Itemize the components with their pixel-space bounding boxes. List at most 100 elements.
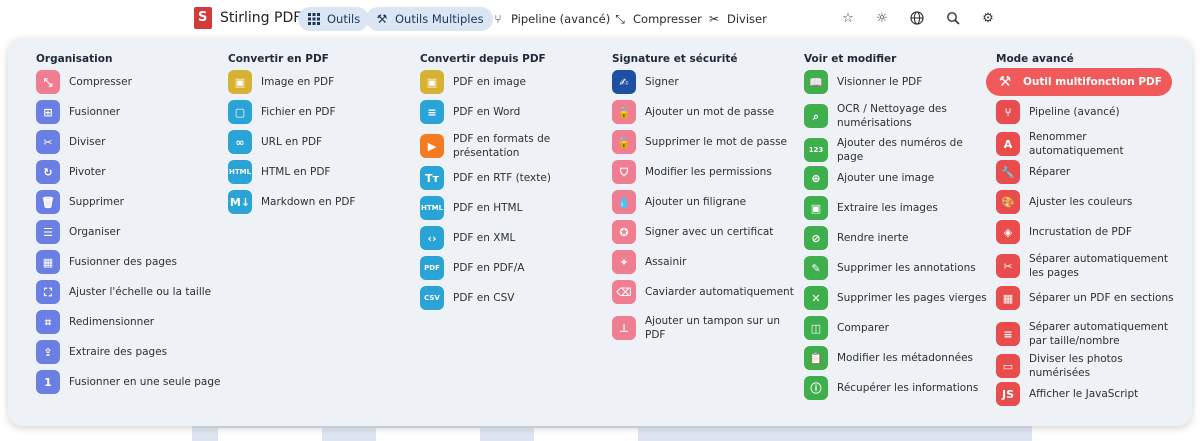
menu-item-signer-avec-un-certificat[interactable]: ✪ Signer avec un certificat xyxy=(612,220,798,244)
menu-item-organiser[interactable]: ☰ Organiser xyxy=(36,220,222,244)
presentation-icon: ▶ xyxy=(420,134,444,158)
nav-pipeline-button[interactable]: ⑂ Pipeline (avancé) xyxy=(482,7,619,31)
rotate-icon: ↻ xyxy=(36,160,60,184)
menu-item-compresser[interactable]: ⤡ Compresser xyxy=(36,70,222,94)
menu-item-ajouter-un-mot-de-passe[interactable]: 🔒 Ajouter un mot de passe xyxy=(612,100,798,124)
menu-item-pivoter[interactable]: ↻ Pivoter xyxy=(36,160,222,184)
theme-icon[interactable]: ☼ xyxy=(874,10,890,26)
split-size-icon: ≡ xyxy=(996,322,1020,346)
brand[interactable]: Stirling PDF xyxy=(194,7,301,29)
menu-item-label: Signer avec un certificat xyxy=(645,226,774,238)
menu-item-markdown-en-pdf[interactable]: M↓ Markdown en PDF xyxy=(228,190,414,214)
menu-item-label: Compresser xyxy=(69,76,132,88)
menu-item-incrustation-de-pdf[interactable]: ◈ Incrustation de PDF xyxy=(996,220,1182,244)
menu-item-pdf-en-word[interactable]: ≡ PDF en Word xyxy=(420,100,606,124)
nav-compress-button[interactable]: ⤡ Compresser xyxy=(604,7,711,31)
menu-item-comparer[interactable]: ◫ Comparer xyxy=(804,316,990,340)
menu-item-reparer[interactable]: 🔧 Réparer xyxy=(996,160,1182,184)
menu-item-label: Séparer automatiquement par taille/nombr… xyxy=(1029,321,1168,347)
menu-column-title: Voir et modifier xyxy=(804,53,897,65)
grid-icon xyxy=(307,12,321,26)
nav-multi-tools-button[interactable]: ⚒ Outils Multiples xyxy=(366,7,493,31)
menu-item-assainir[interactable]: ✦ Assainir xyxy=(612,250,798,274)
menu-item-rendre-inerte[interactable]: ⊘ Rendre inerte xyxy=(804,226,990,250)
menu-item-label: Fusionner xyxy=(69,106,121,118)
menu-item-html-en-pdf[interactable]: HTML HTML en PDF xyxy=(228,160,414,184)
nav-tools-button[interactable]: Outils xyxy=(298,7,370,31)
menu-item-ajouter-des-numeros-de-page[interactable]: 123 Ajouter des numéros de page xyxy=(804,136,990,164)
menu-item-fichier-en-pdf[interactable]: ▢ Fichier en PDF xyxy=(228,100,414,124)
menu-item-modifier-les-permissions[interactable]: ⛉ Modifier les permissions xyxy=(612,160,798,184)
menu-item-ajuster-l-echelle-ou-la-taille[interactable]: ⛶ Ajuster l'échelle ou la taille xyxy=(36,280,222,304)
menu-item-pdf-en-pdf-a[interactable]: PDF PDF en PDF/A xyxy=(420,256,606,280)
menu-item-ajouter-un-tampon-sur-un-pdf[interactable]: ⊥ Ajouter un tampon sur un PDF xyxy=(612,314,798,342)
menu-item-pdf-en-rtf-texte[interactable]: Tт PDF en RTF (texte) xyxy=(420,166,606,190)
menu-item-pdf-en-image[interactable]: ▣ PDF en image xyxy=(420,70,606,94)
menu-item-pdf-en-html[interactable]: HTML PDF en HTML xyxy=(420,196,606,220)
menu-item-label: Modifier les permissions xyxy=(645,166,772,178)
menu-item-fusionner-en-une-seule-page[interactable]: 1 Fusionner en une seule page xyxy=(36,370,222,394)
menu-item-supprimer-les-annotations[interactable]: ✎ Supprimer les annotations xyxy=(804,256,990,280)
menu-item-extraire-des-pages[interactable]: ⇪ Extraire des pages xyxy=(36,340,222,364)
nav-split-label: Diviser xyxy=(727,12,767,26)
menu-item-fusionner-des-pages[interactable]: ▦ Fusionner des pages xyxy=(36,250,222,274)
menu-item-supprimer-le-mot-de-passe[interactable]: 🔓 Supprimer le mot de passe xyxy=(612,130,798,154)
menu-item-label: Supprimer xyxy=(69,196,124,208)
menu-item-supprimer[interactable]: 🗑 Supprimer xyxy=(36,190,222,214)
menu-item-label: URL en PDF xyxy=(261,136,323,148)
menu-item-pdf-en-xml[interactable]: ‹› PDF en XML xyxy=(420,226,606,250)
gear-icon[interactable]: ⚙ xyxy=(980,10,996,26)
menu-item-afficher-le-javascript[interactable]: JS Afficher le JavaScript xyxy=(996,382,1182,406)
menu-item-separer-un-pdf-en-sections[interactable]: ▦ Séparer un PDF en sections xyxy=(996,286,1182,310)
language-icon[interactable] xyxy=(909,10,925,26)
menu-item-signer[interactable]: ✍ Signer xyxy=(612,70,798,94)
menu-item-outil-multifonction-pdf[interactable]: ⚒ Outil multifonction PDF xyxy=(986,68,1172,96)
menu-item-supprimer-les-pages-vierges[interactable]: ✕ Supprimer les pages vierges xyxy=(804,286,990,310)
menu-item-ajouter-un-filigrane[interactable]: 💧 Ajouter un filigrane xyxy=(612,190,798,214)
menu-item-separer-automatiquement-les-pages[interactable]: ✂ Séparer automatiquement les pages xyxy=(996,252,1182,280)
menu-item-separer-automatiquement-par-taille-nombre[interactable]: ≡ Séparer automatiquement par taille/nomb… xyxy=(996,320,1182,348)
menu-item-fusionner[interactable]: ⊞ Fusionner xyxy=(36,100,222,124)
menu-item-redimensionner[interactable]: ⌗ Redimensionner xyxy=(36,310,222,334)
menu-item-ajuster-les-couleurs[interactable]: 🎨 Ajuster les couleurs xyxy=(996,190,1182,214)
menu-item-ocr-nettoyage-des-numerisations[interactable]: ⌕ OCR / Nettoyage des numérisations xyxy=(804,102,990,130)
wrench-icon: 🔧 xyxy=(996,160,1020,184)
compress-icon: ⤡ xyxy=(36,70,60,94)
stirling-logo-icon xyxy=(194,7,212,29)
droplet-icon: 💧 xyxy=(612,190,636,214)
menu-item-caviarder-automatiquement[interactable]: ⌫ Caviarder automatiquement xyxy=(612,280,798,304)
nav-compress-label: Compresser xyxy=(633,12,702,26)
menu-item-label: Markdown en PDF xyxy=(261,196,356,208)
menu-item-ajouter-une-image[interactable]: ⊕ Ajouter une image xyxy=(804,166,990,190)
menu-item-modifier-les-metadonnees[interactable]: 📋 Modifier les métadonnées xyxy=(804,346,990,370)
menu-item-pdf-en-formats-de-presentation[interactable]: ▶ PDF en formats de présentation xyxy=(420,132,606,160)
menu-item-label: OCR / Nettoyage des numérisations xyxy=(837,103,947,129)
menu-item-visionner-le-pdf[interactable]: 📖 Visionner le PDF xyxy=(804,70,990,94)
menu-item-renommer-automatiquement[interactable]: A Renommer automatiquement xyxy=(996,130,1182,158)
word-icon: ≡ xyxy=(420,100,444,124)
menu-item-label: Redimensionner xyxy=(69,316,155,328)
star-icon[interactable]: ☆ xyxy=(840,10,856,26)
menu-column-title: Organisation xyxy=(36,53,113,65)
menu-item-pipeline-avance[interactable]: ⑂ Pipeline (avancé) xyxy=(996,100,1182,124)
search-icon[interactable] xyxy=(945,10,961,26)
unlock-icon: 🔓 xyxy=(612,130,636,154)
menu-item-label: Pivoter xyxy=(69,166,106,178)
ocr-icon: ⌕ xyxy=(804,104,828,128)
menu-item-diviser[interactable]: ✂ Diviser xyxy=(36,130,222,154)
menu-item-label: Fusionner des pages xyxy=(69,256,177,268)
menu-item-label: Rendre inerte xyxy=(837,232,909,244)
menu-item-url-en-pdf[interactable]: ∞ URL en PDF xyxy=(228,130,414,154)
menu-item-diviser-les-photos-numerisees[interactable]: ▭ Diviser les photos numérisées xyxy=(996,352,1182,380)
menu-item-label: Ajouter des numéros de page xyxy=(837,137,963,163)
csv-icon: CSV xyxy=(420,286,444,310)
menu-item-extraire-les-images[interactable]: ▣ Extraire les images xyxy=(804,196,990,220)
menu-item-image-en-pdf[interactable]: ▣ Image en PDF xyxy=(228,70,414,94)
nav-split-button[interactable]: ✂ Diviser xyxy=(698,7,776,31)
compress-icon: ⤡ xyxy=(615,11,625,26)
image-icon: ▣ xyxy=(420,70,444,94)
menu-item-pdf-en-csv[interactable]: CSV PDF en CSV xyxy=(420,286,606,310)
signature-icon: ✍ xyxy=(612,70,636,94)
menu-item-label: PDF en Word xyxy=(453,106,521,118)
menu-item-recuperer-les-informations[interactable]: ⓘ Récupérer les informations xyxy=(804,376,990,400)
